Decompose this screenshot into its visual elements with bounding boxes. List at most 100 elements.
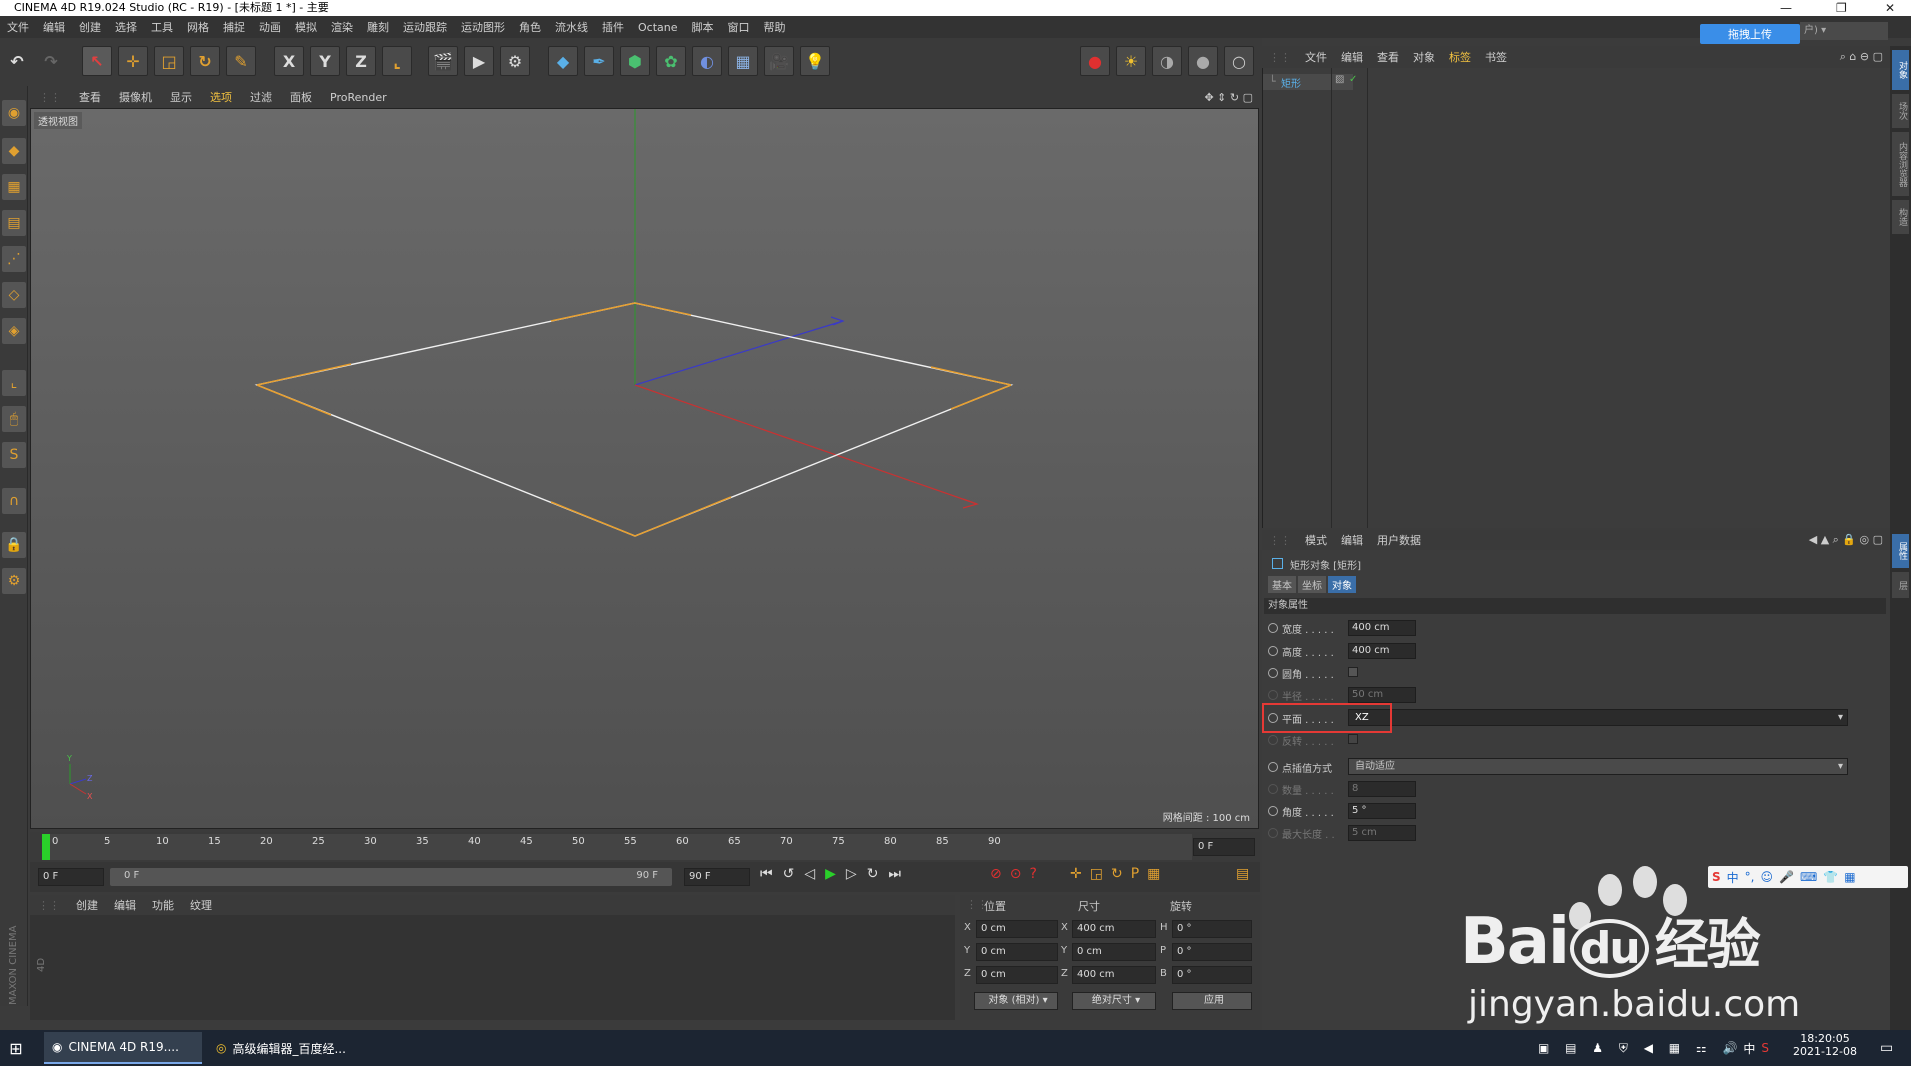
workplane-icon[interactable]: ▤ bbox=[2, 210, 26, 236]
redo-icon[interactable]: ↷ bbox=[36, 46, 66, 76]
move-icon[interactable]: ✛ bbox=[118, 46, 148, 76]
material-menu-function[interactable]: 功能 bbox=[144, 897, 182, 913]
objmgr-menu-file[interactable]: 文件 bbox=[1298, 49, 1334, 65]
live-select-icon[interactable]: ↖ bbox=[82, 46, 112, 76]
deformer-icon[interactable]: ◐ bbox=[692, 46, 722, 76]
viewport-menu-panel[interactable]: 面板 bbox=[281, 89, 321, 105]
playhead[interactable] bbox=[42, 834, 50, 860]
menu-select[interactable]: 选择 bbox=[108, 19, 144, 35]
tab-attributes[interactable]: 属性 bbox=[1892, 534, 1909, 568]
objmgr-menu-tags[interactable]: 标签 bbox=[1442, 49, 1478, 65]
menu-sculpt[interactable]: 雕刻 bbox=[360, 19, 396, 35]
points-mode-icon[interactable]: ⋰ bbox=[2, 246, 26, 272]
x-axis-lock[interactable]: X bbox=[274, 46, 304, 76]
rounding-checkbox[interactable] bbox=[1348, 667, 1358, 677]
octane-specular-icon[interactable]: ○ bbox=[1224, 46, 1254, 76]
key-scale-icon[interactable]: ◲ bbox=[1090, 866, 1111, 882]
windows-start-icon[interactable]: ⊞ bbox=[0, 1032, 32, 1064]
maximize-button[interactable]: ❐ bbox=[1836, 0, 1847, 16]
go-to-end-icon[interactable]: ⏭ bbox=[888, 866, 911, 882]
apply-button[interactable]: 应用 bbox=[1172, 992, 1252, 1010]
size-mode-select[interactable]: 绝对尺寸 ▾ bbox=[1072, 992, 1156, 1010]
tab-takes[interactable]: 场次 bbox=[1892, 94, 1909, 128]
model-mode-icon[interactable]: ◆ bbox=[2, 138, 26, 164]
cube-icon[interactable]: ◆ bbox=[548, 46, 578, 76]
baidu-upload-button[interactable]: 拖拽上传 bbox=[1700, 24, 1800, 44]
current-frame-field[interactable]: 0 F bbox=[1193, 838, 1255, 856]
rotation-h-field[interactable]: 0 ° bbox=[1172, 920, 1252, 938]
edit-render-settings-icon[interactable]: ⚙ bbox=[500, 46, 530, 76]
reverse-checkbox[interactable] bbox=[1348, 734, 1358, 744]
pen-spline-icon[interactable]: ✒ bbox=[584, 46, 614, 76]
keyframe-selection-icon[interactable]: ? bbox=[1029, 866, 1044, 882]
menu-help[interactable]: 帮助 bbox=[757, 19, 793, 35]
attr-nav-icons[interactable]: ◀ ▲ ⌕ 🔒 ◎ ▢ bbox=[1802, 533, 1890, 547]
tweak-mode-icon[interactable]: 🖱 bbox=[2, 406, 26, 432]
octane-daylight-icon[interactable]: ☀ bbox=[1116, 46, 1146, 76]
menu-mesh[interactable]: 网格 bbox=[180, 19, 216, 35]
tab-layers[interactable]: 层 bbox=[1892, 572, 1909, 598]
object-name[interactable]: 矩形 bbox=[1281, 75, 1301, 90]
tab-structure[interactable]: 构造 bbox=[1892, 200, 1909, 234]
close-button[interactable]: ✕ bbox=[1885, 0, 1895, 16]
subdivision-surface-icon[interactable]: ⬢ bbox=[620, 46, 650, 76]
objmgr-tool-icons[interactable]: ⌕ ⌂ ⊖ ▢ bbox=[1833, 50, 1890, 64]
transport-controls[interactable]: ⏮↺◁▶▷↻⏭ bbox=[760, 866, 911, 882]
tab-object[interactable]: 对象 bbox=[1328, 576, 1356, 593]
material-menu-edit[interactable]: 编辑 bbox=[106, 897, 144, 913]
height-input[interactable]: 400 cm bbox=[1348, 643, 1416, 659]
frame-ruler[interactable]: 0 5 10 15 20 25 30 35 40 45 50 55 60 65 … bbox=[42, 834, 1192, 860]
snap-icon[interactable]: S bbox=[2, 442, 26, 468]
rotate-icon[interactable]: ↻ bbox=[190, 46, 220, 76]
auto-key-icon[interactable]: ⊙ bbox=[1010, 866, 1030, 882]
attr-menu-edit[interactable]: 编辑 bbox=[1334, 532, 1370, 548]
angle-input[interactable]: 5 ° bbox=[1348, 803, 1416, 819]
viewport-menu-cameras[interactable]: 摄像机 bbox=[110, 89, 161, 105]
menu-plugins[interactable]: 插件 bbox=[595, 19, 631, 35]
objmgr-menu-bookmarks[interactable]: 书签 bbox=[1478, 49, 1514, 65]
minimize-button[interactable]: — bbox=[1780, 0, 1792, 16]
z-axis-lock[interactable]: Z bbox=[346, 46, 376, 76]
perspective-viewport[interactable]: 透视视图 Y Z X 网格间距 : 100 cm bbox=[30, 108, 1259, 829]
clock[interactable]: 18:20:05 2021-12-08 bbox=[1790, 1032, 1860, 1058]
menu-pipeline[interactable]: 流水线 bbox=[548, 19, 595, 35]
width-input[interactable]: 400 cm bbox=[1348, 620, 1416, 636]
scale-icon[interactable]: ◲ bbox=[154, 46, 184, 76]
undo-icon[interactable]: ↶ bbox=[2, 46, 32, 76]
material-manager-area[interactable] bbox=[30, 915, 955, 1020]
animate-radio[interactable] bbox=[1268, 623, 1278, 633]
position-y-field[interactable]: 0 cm bbox=[976, 943, 1058, 961]
tab-basic[interactable]: 基本 bbox=[1268, 576, 1296, 593]
menu-simulate[interactable]: 模拟 bbox=[288, 19, 324, 35]
plane-select[interactable]: XZ ▾ bbox=[1348, 709, 1848, 726]
play-icon[interactable]: ▶ bbox=[825, 866, 846, 882]
key-parameter-icon[interactable]: P bbox=[1131, 866, 1147, 882]
visibility-toggle-icon[interactable]: ▨ bbox=[1335, 74, 1344, 85]
light-icon[interactable]: 💡 bbox=[800, 46, 830, 76]
size-x-field[interactable]: 400 cm bbox=[1072, 920, 1156, 938]
animate-radio[interactable] bbox=[1268, 806, 1278, 816]
coordinate-mode-select[interactable]: 对象 (相对) ▾ bbox=[974, 992, 1058, 1010]
record-icon[interactable]: ⊘ bbox=[990, 866, 1010, 882]
lock-workplane-icon[interactable]: 🔒 bbox=[2, 532, 26, 558]
animate-radio[interactable] bbox=[1268, 668, 1278, 678]
attr-menu-mode[interactable]: 模式 bbox=[1298, 532, 1334, 548]
tab-content-browser[interactable]: 内容浏览器 bbox=[1892, 132, 1909, 196]
object-manager[interactable]: └ 矩形 ▨ ✓ bbox=[1262, 68, 1890, 528]
key-pla-icon[interactable]: ▦ bbox=[1147, 866, 1168, 882]
go-to-start-icon[interactable]: ⏮ bbox=[760, 866, 783, 882]
notification-icon[interactable]: ▭ bbox=[1872, 1032, 1901, 1064]
start-frame-field[interactable]: 0 F bbox=[38, 868, 104, 886]
objmgr-menu-edit[interactable]: 编辑 bbox=[1334, 49, 1370, 65]
interpolation-select[interactable]: 自动适应 ▾ bbox=[1348, 758, 1848, 775]
texture-mode-icon[interactable]: ▦ bbox=[2, 174, 26, 200]
tab-coord[interactable]: 坐标 bbox=[1298, 576, 1326, 593]
viewport-menu-prorender[interactable]: ProRender bbox=[321, 91, 396, 104]
taskbar-c4d[interactable]: ◉ CINEMA 4D R19.... bbox=[44, 1032, 202, 1064]
prev-frame-icon[interactable]: ◁ bbox=[804, 866, 825, 882]
rotation-b-field[interactable]: 0 ° bbox=[1172, 966, 1252, 984]
attr-menu-user-data[interactable]: 用户数据 bbox=[1370, 532, 1428, 548]
animate-radio[interactable] bbox=[1268, 762, 1278, 772]
floor-icon[interactable]: ▦ bbox=[728, 46, 758, 76]
taskbar-chrome[interactable]: ◎ 高级编辑器_百度经... bbox=[208, 1032, 366, 1064]
